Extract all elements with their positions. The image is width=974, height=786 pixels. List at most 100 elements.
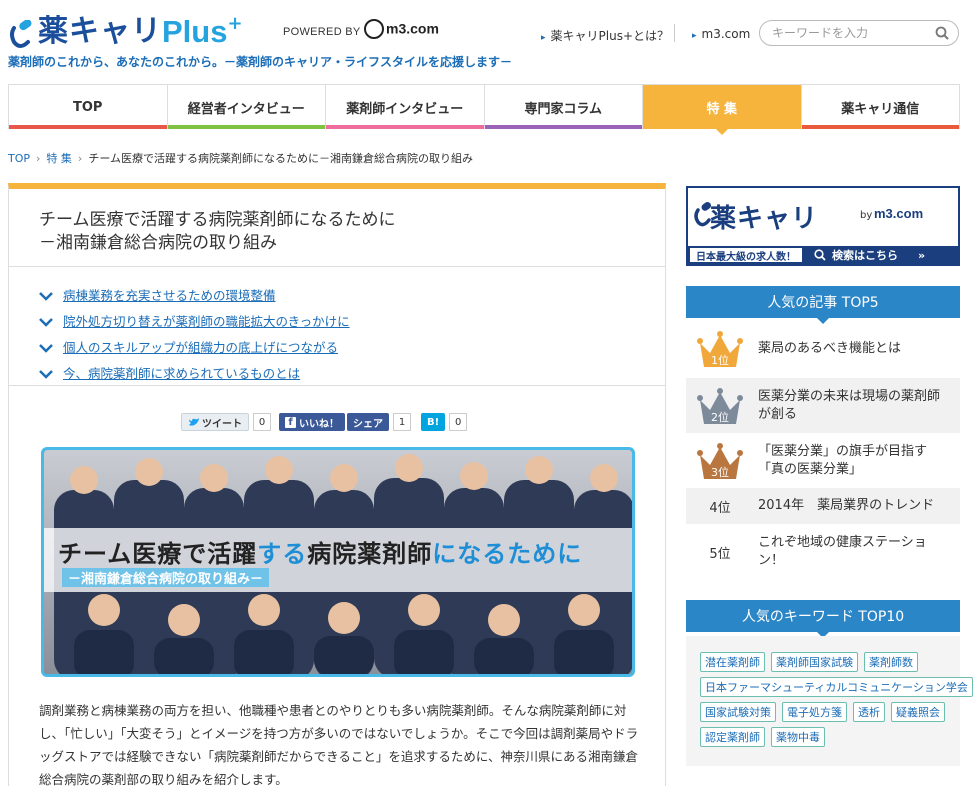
main-nav: TOP 経営者インタビュー 薬剤師インタビュー 専門家コラム 特 集 薬キャリ通… (8, 84, 960, 135)
toc-link[interactable]: 院外処方切り替えが薬剤師の職能拡大のきっかけに (63, 311, 350, 330)
keyword-tag[interactable]: 電子処方箋 (782, 702, 847, 722)
hero-title-part: になるために (432, 540, 583, 568)
nav-bar (9, 125, 167, 129)
keyword-tag[interactable]: 透析 (853, 702, 885, 722)
keyword-tag[interactable]: 疑義照会 (891, 702, 945, 722)
nav-newsletter[interactable]: 薬キャリ通信 (801, 85, 960, 129)
hatena-button[interactable]: B! (421, 413, 446, 431)
nav-newsletter-label: 薬キャリ通信 (841, 101, 920, 117)
toc-link[interactable]: 今、病院薬剤師に求められているものとは (63, 363, 300, 382)
popular-keywords-title: 人気のキーワード TOP10 (741, 609, 905, 625)
ranking-item[interactable]: 5位 これぞ地域の健康ステーション！ (686, 524, 960, 580)
nav-executive-interview[interactable]: 経営者インタビュー (167, 85, 326, 129)
nav-active-arrow (715, 129, 728, 135)
nav-feature[interactable]: 特 集 (643, 85, 802, 135)
hatena-share: B! 0 (421, 413, 468, 431)
breadcrumb-current: チーム医療で活躍する病院薬剤師になるために－湘南鎌倉総合病院の取り組み (88, 152, 473, 165)
rank-number: 2位 (711, 410, 729, 424)
yakucari-banner[interactable]: 薬キャリ by m3.com 日本最大級の求人数！ 検索はこちら » (686, 186, 960, 266)
toc-item[interactable]: 今、病院薬剤師に求められているものとは (39, 359, 350, 385)
keyword-tag[interactable]: 日本ファーマシューティカルコミュニケーション学会 (700, 677, 973, 697)
hero-subtitle: －湘南鎌倉総合病院の取り組み－ (62, 568, 270, 587)
ranking-item[interactable]: 1位 薬局のあるべき機能とは (686, 320, 960, 378)
triangle-right-icon: ▸ (541, 33, 546, 43)
chevron-down-icon (39, 318, 53, 327)
search-icon[interactable] (935, 26, 949, 40)
tweet-button[interactable]: ツイート (181, 413, 249, 431)
hero-title-part: する (257, 540, 308, 568)
like-button[interactable]: f いいね！ (279, 413, 345, 431)
m3-logo[interactable]: m3.com (364, 19, 439, 40)
like-label: いいね！ (299, 418, 339, 430)
banner-search: 検索はこちら » (814, 247, 925, 263)
powered-by: POWERED BY (283, 26, 361, 38)
facebook-share: f いいね！ シェア 1 (279, 413, 411, 431)
breadcrumb-top[interactable]: TOP (8, 152, 30, 165)
keyword-tag[interactable]: 薬剤師数 (864, 652, 918, 672)
table-of-contents: 病棟業務を充実させるための環境整備 院外処方切り替えが薬剤師の職能拡大のきっかけ… (39, 281, 350, 385)
hatena-count: 0 (449, 413, 468, 431)
search-icon (814, 249, 826, 261)
keyword-tag[interactable]: 薬物中毒 (771, 727, 825, 747)
article-title-line1: チーム医療で活躍する病院薬剤師になるために (39, 210, 396, 230)
article-lead: 調剤業務と病棟業務の両方を担い、他職種や患者とのやりとりも多い病院薬剤師。そんな… (39, 703, 639, 786)
nav-executive-label: 経営者インタビュー (187, 101, 305, 117)
ranking-text: 医薬分業の未来は現場の薬剤師が創る (758, 388, 941, 422)
site-header: 薬キャリ Plus + POWERED BY m3.com 薬剤師のこれから、あ… (0, 0, 974, 84)
chevron-down-icon (39, 292, 53, 301)
ranking-text: 薬局のあるべき機能とは (758, 341, 902, 356)
toc-item[interactable]: 病棟業務を充実させるための環境整備 (39, 281, 350, 307)
keyword-cloud: 潜在薬剤師 薬剤師国家試験 薬剤師数 日本ファーマシューティカルコミュニケーショ… (686, 636, 973, 766)
toc-link[interactable]: 個人のスキルアップが組織力の底上げにつながる (63, 337, 338, 356)
triangle-right-icon: ▸ (692, 31, 697, 41)
ranking-item[interactable]: 2位 医薬分業の未来は現場の薬剤師が創る (686, 378, 960, 433)
popular-keywords-header: 人気のキーワード TOP10 (686, 600, 960, 638)
banner-by: by (860, 210, 873, 221)
pill-icon (8, 19, 34, 50)
hero-title-part: チーム医療で活躍 (58, 540, 258, 568)
header-separator (674, 24, 675, 42)
nav-top[interactable]: TOP (8, 85, 168, 129)
article-title-line2: －湘南鎌倉総合病院の取り組み (39, 233, 277, 253)
brand-plus: Plus (162, 14, 228, 49)
toc-link[interactable]: 病棟業務を充実させるための環境整備 (63, 285, 276, 304)
popular-articles-title: 人気の記事 TOP5 (767, 295, 879, 311)
chevron-right-icon: › (77, 151, 83, 165)
banner-brand: 薬キャリ (710, 204, 819, 234)
ranking-text: これぞ地域の健康ステーション！ (758, 535, 927, 568)
silver-crown-icon: 2位 (696, 386, 744, 426)
m3-link[interactable]: ▸ m3.com (692, 27, 750, 41)
chevron-right-icon: › (36, 151, 41, 165)
search-input[interactable] (772, 21, 932, 45)
about-link[interactable]: ▸ 薬キャリPlus+とは？ (541, 27, 669, 44)
banner-search-label: 検索はこちら (832, 249, 898, 262)
gold-crown-icon: 1位 (696, 329, 744, 369)
tweet-count: 0 (253, 413, 271, 431)
ranking-text: 2014年 薬局業界のトレンド (758, 498, 935, 513)
popular-articles-header: 人気の記事 TOP5 (686, 286, 960, 324)
keyword-tag[interactable]: 認定薬剤師 (700, 727, 765, 747)
keyword-tag[interactable]: 潜在薬剤師 (700, 652, 765, 672)
article-title: チーム医療で活躍する病院薬剤師になるために －湘南鎌倉総合病院の取り組み (39, 209, 396, 255)
toc-item[interactable]: 院外処方切り替えが薬剤師の職能拡大のきっかけに (39, 307, 350, 333)
m3-logo-text: m3.com (386, 20, 439, 37)
twitter-icon (189, 418, 199, 426)
banner-claim: 日本最大級の求人数！ (690, 248, 802, 263)
nav-bar (326, 125, 484, 129)
keyword-tag[interactable]: 国家試験対策 (700, 702, 776, 722)
nav-expert-column[interactable]: 専門家コラム (484, 85, 643, 129)
chevron-down-icon (39, 370, 53, 379)
keyword-tag[interactable]: 薬剤師国家試験 (771, 652, 858, 672)
ranking-item[interactable]: 3位 「医薬分業」の旗手が目指す「真の医薬分業」 (686, 433, 960, 488)
hero-title: チーム医療で活躍する病院薬剤師になるために (58, 534, 582, 569)
share-button[interactable]: シェア (347, 413, 389, 431)
toc-item[interactable]: 個人のスキルアップが組織力の底上げにつながる (39, 333, 350, 359)
nav-feature-label: 特 集 (706, 101, 738, 117)
brand-plus-sign: + (227, 13, 243, 34)
nav-pharmacist-interview[interactable]: 薬剤師インタビュー (326, 85, 485, 129)
breadcrumb-feature[interactable]: 特 集 (46, 150, 72, 166)
ranking-item[interactable]: 4位 2014年 薬局業界のトレンド (686, 488, 960, 524)
breadcrumb: TOP › 特 集 › チーム医療で活躍する病院薬剤師になるために－湘南鎌倉総合… (8, 150, 473, 166)
site-logo[interactable]: 薬キャリ Plus + (8, 10, 243, 50)
facebook-count: 1 (393, 413, 411, 431)
